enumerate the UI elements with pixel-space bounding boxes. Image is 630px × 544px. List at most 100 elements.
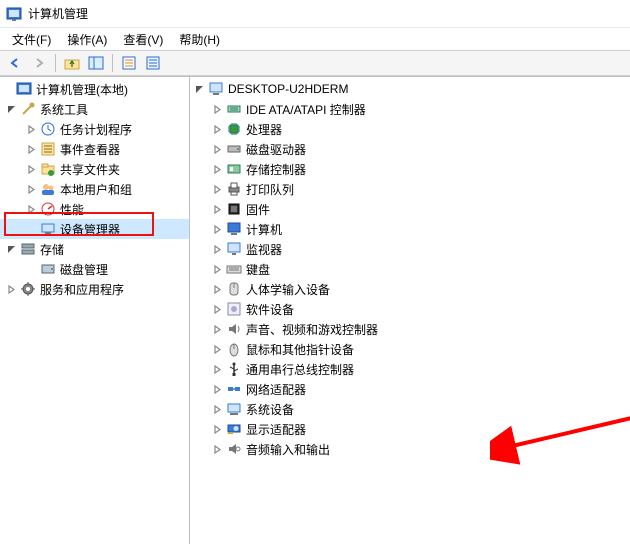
expander-closed[interactable] xyxy=(24,162,38,176)
right-item-16[interactable]: 显示适配器 xyxy=(190,419,630,439)
right-item-6[interactable]: 计算机 xyxy=(190,219,630,239)
menu-help[interactable]: 帮助(H) xyxy=(171,29,228,50)
menu-view[interactable]: 查看(V) xyxy=(115,29,171,50)
menu-action[interactable]: 操作(A) xyxy=(59,29,115,50)
right-item-2[interactable]: 磁盘驱动器 xyxy=(190,139,630,159)
right-item-1[interactable]: 处理器 xyxy=(190,119,630,139)
expander-none xyxy=(24,222,38,236)
expander-closed[interactable] xyxy=(4,282,18,296)
expander-closed[interactable] xyxy=(210,362,224,376)
tree-item-label: 磁盘驱动器 xyxy=(246,141,306,158)
left-systool-2[interactable]: 共享文件夹 xyxy=(0,159,189,179)
right-item-9[interactable]: 人体学输入设备 xyxy=(190,279,630,299)
tree-item-label: 键盘 xyxy=(246,261,270,278)
expander-closed[interactable] xyxy=(210,162,224,176)
right-item-0[interactable]: IDE ATA/ATAPI 控制器 xyxy=(190,99,630,119)
expander-none xyxy=(0,82,14,96)
mouse-icon xyxy=(226,341,242,357)
left-systool-5[interactable]: 设备管理器 xyxy=(0,219,189,239)
left-storage[interactable]: 存储 xyxy=(0,239,189,259)
right-item-15[interactable]: 系统设备 xyxy=(190,399,630,419)
expander-open[interactable] xyxy=(4,102,18,116)
left-services[interactable]: 服务和应用程序 xyxy=(0,279,189,299)
storage-icon xyxy=(20,241,36,257)
expander-closed[interactable] xyxy=(210,342,224,356)
expander-closed[interactable] xyxy=(210,182,224,196)
tree-item-label: 声音、视频和游戏控制器 xyxy=(246,321,378,338)
toolbar-properties-button[interactable] xyxy=(118,52,140,74)
tree-item-label: 系统设备 xyxy=(246,401,294,418)
tree-item-label: 固件 xyxy=(246,201,270,218)
expander-closed[interactable] xyxy=(210,302,224,316)
tree-item-label: 网络适配器 xyxy=(246,381,306,398)
expander-closed[interactable] xyxy=(24,142,38,156)
left-systool-1[interactable]: 事件查看器 xyxy=(0,139,189,159)
left-systool-4[interactable]: 性能 xyxy=(0,199,189,219)
tree-item-label: 计算机 xyxy=(246,221,282,238)
keyboard-icon xyxy=(226,261,242,277)
expander-closed[interactable] xyxy=(210,262,224,276)
tree-item-label: 本地用户和组 xyxy=(60,181,132,198)
tree-item-label: IDE ATA/ATAPI 控制器 xyxy=(246,101,366,118)
toolbar-show-button[interactable] xyxy=(85,52,107,74)
titlebar: 计算机管理 xyxy=(0,0,630,28)
right-item-3[interactable]: 存储控制器 xyxy=(190,159,630,179)
mmc-root-icon xyxy=(16,81,32,97)
expander-closed[interactable] xyxy=(210,382,224,396)
left-root[interactable]: 计算机管理(本地) xyxy=(0,79,189,99)
expander-closed[interactable] xyxy=(210,422,224,436)
performance-icon xyxy=(40,201,56,217)
expander-closed[interactable] xyxy=(210,122,224,136)
left-system-tools[interactable]: 系统工具 xyxy=(0,99,189,119)
expander-open[interactable] xyxy=(4,242,18,256)
left-storage-0[interactable]: 磁盘管理 xyxy=(0,259,189,279)
right-item-4[interactable]: 打印队列 xyxy=(190,179,630,199)
tree-item-label: 通用串行总线控制器 xyxy=(246,361,354,378)
right-item-12[interactable]: 鼠标和其他指针设备 xyxy=(190,339,630,359)
expander-closed[interactable] xyxy=(210,402,224,416)
toolbar-back-button[interactable] xyxy=(4,52,26,74)
right-item-8[interactable]: 键盘 xyxy=(190,259,630,279)
tree-item-label: 计算机管理(本地) xyxy=(36,81,128,98)
right-item-10[interactable]: 软件设备 xyxy=(190,299,630,319)
right-item-7[interactable]: 监视器 xyxy=(190,239,630,259)
tree-item-label: 设备管理器 xyxy=(60,221,120,238)
left-tree-pane[interactable]: 计算机管理(本地)系统工具任务计划程序事件查看器共享文件夹本地用户和组性能设备管… xyxy=(0,77,190,544)
tree-item-label: 打印队列 xyxy=(246,181,294,198)
task-scheduler-icon xyxy=(40,121,56,137)
expander-closed[interactable] xyxy=(210,142,224,156)
software-icon xyxy=(226,301,242,317)
expander-closed[interactable] xyxy=(24,182,38,196)
toolbar-forward-button[interactable] xyxy=(28,52,50,74)
toolbar-refresh-button[interactable] xyxy=(142,52,164,74)
expander-closed[interactable] xyxy=(210,242,224,256)
expander-closed[interactable] xyxy=(24,202,38,216)
expander-closed[interactable] xyxy=(210,322,224,336)
expander-open[interactable] xyxy=(192,82,206,96)
left-systool-0[interactable]: 任务计划程序 xyxy=(0,119,189,139)
expander-closed[interactable] xyxy=(210,202,224,216)
expander-closed[interactable] xyxy=(210,222,224,236)
right-item-14[interactable]: 网络适配器 xyxy=(190,379,630,399)
right-root[interactable]: DESKTOP-U2HDERM xyxy=(190,79,630,99)
expander-closed[interactable] xyxy=(210,282,224,296)
tree-item-label: 事件查看器 xyxy=(60,141,120,158)
shared-folders-icon xyxy=(40,161,56,177)
hid-icon xyxy=(226,281,242,297)
right-item-11[interactable]: 声音、视频和游戏控制器 xyxy=(190,319,630,339)
expander-closed[interactable] xyxy=(210,102,224,116)
toolbar-separator xyxy=(55,54,56,72)
right-item-13[interactable]: 通用串行总线控制器 xyxy=(190,359,630,379)
toolbar-separator xyxy=(112,54,113,72)
toolbar-up-button[interactable] xyxy=(61,52,83,74)
printer-icon xyxy=(226,181,242,197)
menu-file[interactable]: 文件(F) xyxy=(4,29,59,50)
right-tree-pane[interactable]: DESKTOP-U2HDERM IDE ATA/ATAPI 控制器处理器磁盘驱动器… xyxy=(190,77,630,544)
tree-item-label: 服务和应用程序 xyxy=(40,281,124,298)
tree-item-label: 存储控制器 xyxy=(246,161,306,178)
left-systool-3[interactable]: 本地用户和组 xyxy=(0,179,189,199)
right-item-17[interactable]: 音频输入和输出 xyxy=(190,439,630,459)
expander-closed[interactable] xyxy=(210,442,224,456)
right-item-5[interactable]: 固件 xyxy=(190,199,630,219)
expander-closed[interactable] xyxy=(24,122,38,136)
